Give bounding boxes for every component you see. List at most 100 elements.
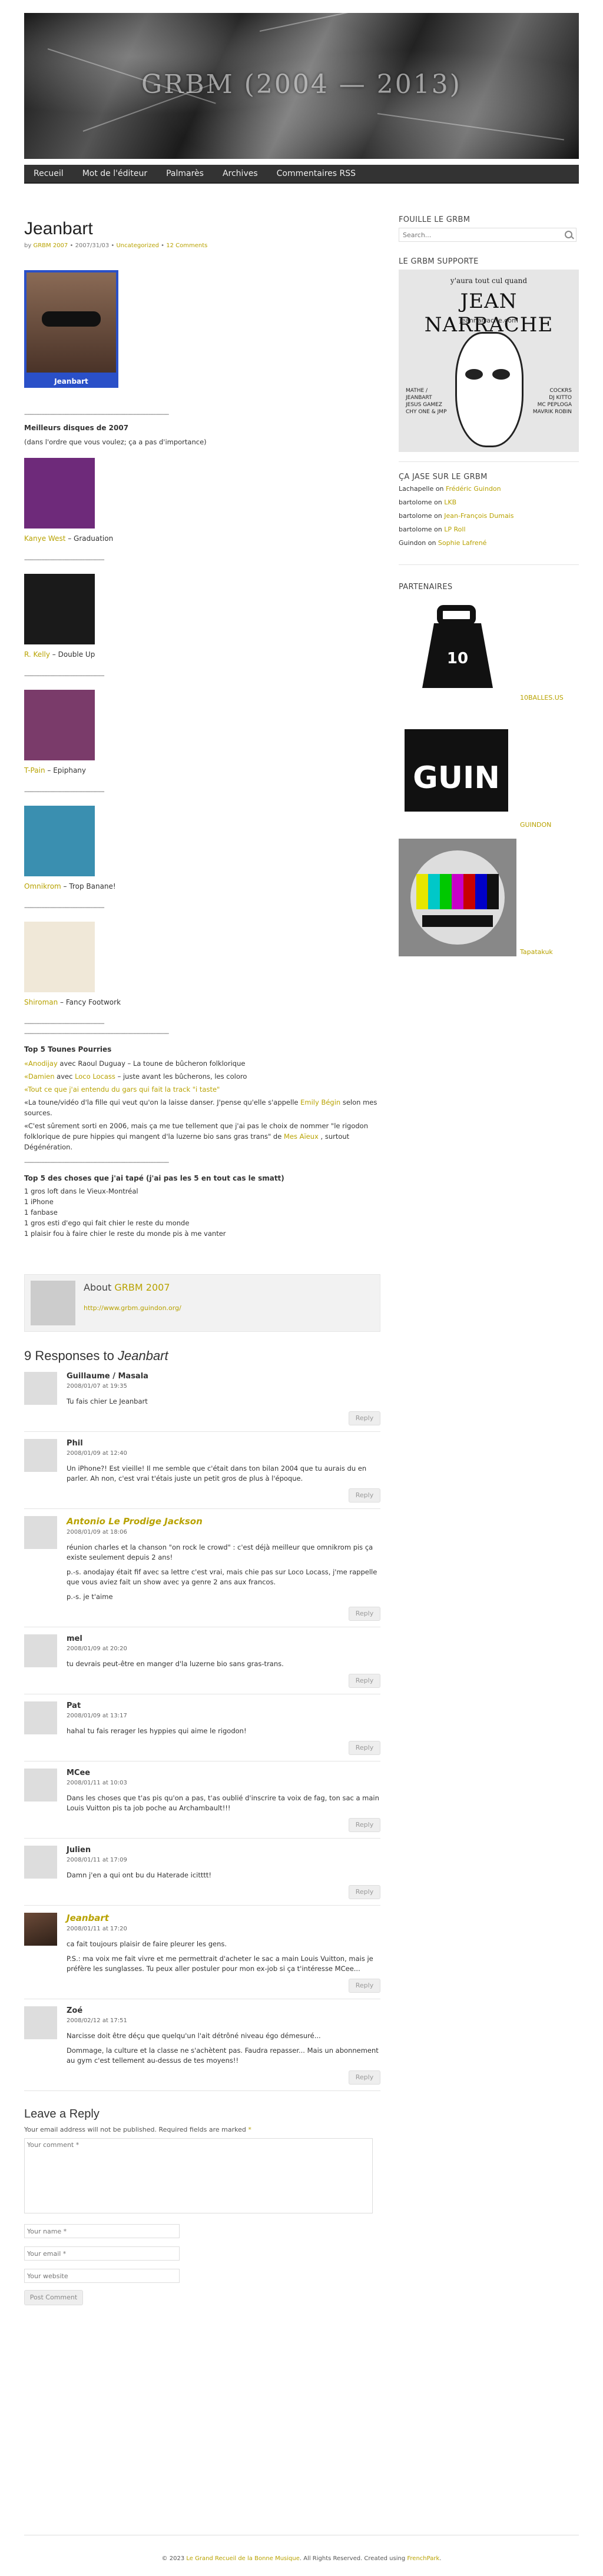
- meta-comments-link[interactable]: 12 Comments: [166, 242, 207, 249]
- author-url-link[interactable]: http://www.grbm.guindon.org/: [84, 1304, 181, 1312]
- comment-textarea[interactable]: [24, 2138, 373, 2213]
- post-comment-button[interactable]: Post Comment: [24, 2290, 83, 2305]
- search-icon[interactable]: [565, 231, 572, 238]
- comment-date[interactable]: 2008/01/11 at 17:20: [67, 1926, 380, 1932]
- reply-button[interactable]: Reply: [349, 1607, 380, 1621]
- comment-item: mel 2008/01/09 at 20:20 tu devrais peut-êt…: [24, 1634, 380, 1694]
- album-artist-link[interactable]: Omnikrom: [24, 882, 61, 890]
- nav-archives[interactable]: Archives: [213, 165, 267, 182]
- reply-button[interactable]: Reply: [349, 1741, 380, 1755]
- comment-text: ca fait toujours plaisir de faire pleure…: [67, 1940, 227, 1948]
- guindon-logo-icon: GUIN: [399, 712, 514, 829]
- svg-text:10: 10: [447, 650, 468, 667]
- meta-category-link[interactable]: Uncategorized: [116, 242, 158, 249]
- album-artist-link[interactable]: Kanye West: [24, 534, 65, 543]
- toune-link[interactable]: «Damien: [24, 1072, 55, 1081]
- reply-button[interactable]: Reply: [349, 1488, 380, 1503]
- reply-button[interactable]: Reply: [349, 1818, 380, 1832]
- comments-heading: 9 Responses to Jeanbart: [24, 1348, 168, 1363]
- comment-date[interactable]: 2008/02/12 at 17:51: [67, 2017, 380, 2024]
- reply-button[interactable]: Reply: [349, 2070, 380, 2085]
- commenter-name: Zoé: [67, 2006, 83, 2015]
- footer-site-link[interactable]: Le Grand Recueil de la Bonne Musique: [186, 2555, 300, 2562]
- album-cover[interactable]: [24, 806, 95, 876]
- comment-text: Dans les choses que t'as pis qu'on a pas…: [67, 1794, 379, 1812]
- chose-item: 1 iPhone: [24, 1198, 54, 1206]
- commenter-name[interactable]: Jeanbart: [67, 1913, 380, 1923]
- album-cover[interactable]: [24, 574, 95, 644]
- comment-date[interactable]: 2008/01/11 at 10:03: [67, 1780, 380, 1786]
- reply-button[interactable]: Reply: [349, 1979, 380, 1993]
- comment-date[interactable]: 2008/01/09 at 20:20: [67, 1646, 380, 1652]
- album-cover[interactable]: [24, 458, 95, 529]
- recent-comments-title: ÇA JASE SUR LE GRBM: [399, 473, 488, 481]
- meta-author-link[interactable]: GRBM 2007: [33, 242, 68, 249]
- album-artist-link[interactable]: R. Kelly: [24, 650, 50, 659]
- toune-link[interactable]: Mes Aïeux: [284, 1132, 319, 1141]
- search-input[interactable]: [402, 228, 557, 241]
- recent-comment-post-link[interactable]: Frédéric Guindon: [446, 485, 501, 493]
- recent-comment-post-link[interactable]: LKB: [444, 498, 456, 506]
- partner-guindon[interactable]: GUIN GUINDON: [399, 712, 579, 835]
- website-field[interactable]: [24, 2269, 180, 2283]
- toune-link[interactable]: «Anodijay: [24, 1059, 58, 1068]
- svg-text:GUIN: GUIN: [413, 760, 500, 796]
- partner-tapatakuk-label[interactable]: Tapatakuk: [520, 948, 553, 956]
- support-poster[interactable]: y'aura tout cul quand JEAN NARRACHE jean…: [399, 270, 579, 452]
- nav-recueil[interactable]: Recueil: [24, 165, 73, 182]
- name-field[interactable]: [24, 2224, 180, 2238]
- nav-mot-editeur[interactable]: Mot de l'éditeur: [73, 165, 157, 182]
- commenter-name[interactable]: Antonio Le Prodige Jackson: [67, 1516, 380, 1527]
- header-banner[interactable]: GRBM (2004 — 2013): [24, 13, 579, 159]
- recent-comment-post-link[interactable]: Sophie Lafrené: [438, 539, 487, 547]
- partner-10balles[interactable]: 10 10BALLES.US: [399, 600, 579, 708]
- comment-date[interactable]: 2008/01/09 at 13:17: [67, 1713, 380, 1719]
- about-author-link[interactable]: GRBM 2007: [114, 1282, 170, 1293]
- commenter-avatar: [24, 2006, 57, 2039]
- toune-link[interactable]: «Tout ce que j'ai entendu du gars qui fa…: [24, 1085, 220, 1093]
- album-artist-link[interactable]: Shiroman: [24, 998, 58, 1006]
- partner-tapatakuk[interactable]: Tapatakuk: [399, 839, 579, 962]
- commenter-avatar: [24, 1516, 57, 1549]
- album-cover[interactable]: [24, 690, 95, 760]
- recent-comment-item: Guindon on Sophie Lafrené: [399, 539, 487, 547]
- main-nav: Recueil Mot de l'éditeur Palmarès Archiv…: [24, 165, 579, 184]
- sidebar: FOUILLE LE GRBM LE GRBM SUPPORTE y'aura …: [399, 215, 579, 966]
- footer-theme-link[interactable]: FrenchPark: [407, 2555, 439, 2562]
- reply-button[interactable]: Reply: [349, 1674, 380, 1688]
- chose-item: 1 plaisir fou à faire chier le reste du …: [24, 1229, 226, 1238]
- nav-rss[interactable]: Commentaires RSS: [267, 165, 365, 182]
- comment-date[interactable]: 2008/01/09 at 12:40: [67, 1450, 380, 1457]
- comment-text: Un iPhone?! Est vieille! Il me semble qu…: [67, 1464, 367, 1483]
- footer: © 2023 Le Grand Recueil de la Bonne Musi…: [24, 2535, 579, 2562]
- comment-item: Zoé 2008/02/12 at 17:51 Narcisse doit être…: [24, 2006, 380, 2091]
- reply-button[interactable]: Reply: [349, 1885, 380, 1899]
- recent-comment-post-link[interactable]: LP Roll: [444, 526, 465, 533]
- toune-item: «Damien avec Loco Locass – juste avant l…: [24, 1072, 247, 1081]
- partner-10balles-label[interactable]: 10BALLES.US: [520, 694, 564, 702]
- commenter-avatar: [24, 1634, 57, 1667]
- partners-title: PARTENAIRES: [399, 583, 453, 591]
- choses-list: 1 gros loft dans le Vieux-Montréal 1 iPho…: [24, 1186, 380, 1239]
- comment-text: réunion charles et la chanson "on rock l…: [67, 1543, 373, 1561]
- commenter-name: Phil: [67, 1439, 83, 1448]
- toune-link[interactable]: Loco Locass: [75, 1072, 115, 1081]
- comment-date[interactable]: 2008/01/11 at 17:09: [67, 1857, 380, 1863]
- album-artist-link[interactable]: T-Pain: [24, 766, 45, 775]
- recent-comment-post-link[interactable]: Jean-François Dumais: [444, 512, 513, 520]
- comment-date[interactable]: 2008/01/09 at 18:06: [67, 1529, 380, 1535]
- comment-item: Pat 2008/01/09 at 13:17 hahal tu fais rera…: [24, 1701, 380, 1761]
- nav-palmares[interactable]: Palmarès: [157, 165, 213, 182]
- comment-date[interactable]: 2008/01/07 at 19:35: [67, 1383, 380, 1390]
- email-field[interactable]: [24, 2246, 180, 2261]
- album-list: Kanye West – Graduation -----------------…: [24, 458, 380, 1027]
- post-meta: by GRBM 2007 • 2007/31/03 • Uncategorize…: [24, 242, 208, 249]
- author-box: About GRBM 2007 http://www.grbm.guindon.…: [24, 1274, 380, 1332]
- album-caption: R. Kelly – Double Up: [24, 650, 95, 659]
- album-cover[interactable]: [24, 922, 95, 992]
- toune-link[interactable]: Emily Bégin: [300, 1098, 340, 1106]
- site-title[interactable]: GRBM (2004 — 2013): [24, 69, 579, 99]
- reply-button[interactable]: Reply: [349, 1411, 380, 1425]
- partner-guindon-label[interactable]: GUINDON: [520, 821, 551, 829]
- post-title: Jeanbart: [24, 219, 93, 238]
